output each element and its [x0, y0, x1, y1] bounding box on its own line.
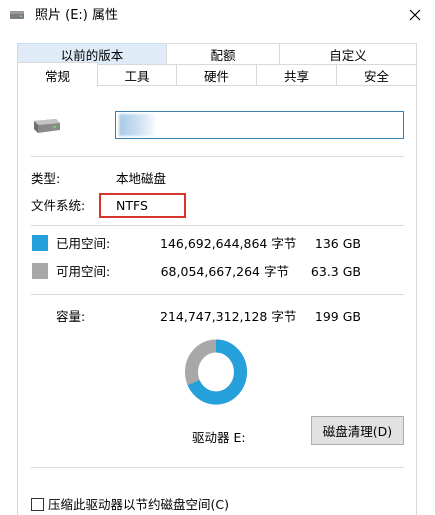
title-bar: 照片 (E:) 属性 [0, 0, 435, 32]
drive-letter-label: 驱动器 E: [192, 430, 246, 445]
tab-tools[interactable]: 工具 [97, 64, 177, 86]
tab-quota[interactable]: 配额 [166, 43, 280, 65]
type-value: 本地磁盘 [116, 171, 167, 186]
tab-customize[interactable]: 自定义 [279, 43, 417, 65]
capacity-bytes: 214,747,312,128 字节 [160, 309, 297, 324]
tab-general[interactable]: 常规 [17, 62, 98, 87]
used-space-label: 已用空间: [56, 236, 111, 251]
type-label: 类型: [31, 171, 61, 186]
separator [31, 156, 404, 157]
tab-sharing[interactable]: 共享 [256, 64, 337, 86]
compress-label: 压缩此驱动器以节约磁盘空间(C) [48, 497, 229, 512]
tab-hardware[interactable]: 硬件 [176, 64, 257, 86]
highlight-box [99, 193, 186, 218]
disk-usage-donut [185, 339, 247, 405]
general-panel [17, 85, 417, 515]
used-space-swatch [32, 235, 48, 251]
separator [31, 225, 404, 226]
capacity-label: 容量: [56, 309, 86, 324]
close-icon [409, 9, 421, 21]
separator [31, 467, 404, 468]
redacted-name [119, 114, 157, 136]
free-space-label: 可用空间: [56, 264, 111, 279]
separator [31, 294, 404, 295]
filesystem-label: 文件系统: [31, 198, 86, 213]
capacity-size: 199 GB [314, 309, 361, 324]
tab-security[interactable]: 安全 [336, 64, 417, 86]
window-title: 照片 (E:) 属性 [35, 8, 119, 23]
drive-name-input[interactable] [115, 111, 404, 139]
used-space-bytes: 146,692,644,864 字节 [160, 236, 297, 251]
disk-cleanup-button[interactable]: 磁盘清理(D) [311, 416, 404, 445]
compress-checkbox[interactable] [31, 498, 44, 511]
used-space-size: 136 GB [314, 236, 361, 251]
properties-window: 照片 (E:) 属性 以前的版本 配额 自定义 工具 硬件 共享 安全 常规 类… [0, 0, 435, 515]
drive-icon [34, 119, 60, 133]
close-button[interactable] [395, 0, 435, 30]
drive-icon [10, 11, 24, 19]
free-space-size: 63.3 GB [310, 264, 361, 279]
free-space-bytes: 68,054,667,264 字节 [160, 264, 289, 279]
free-space-swatch [32, 263, 48, 279]
